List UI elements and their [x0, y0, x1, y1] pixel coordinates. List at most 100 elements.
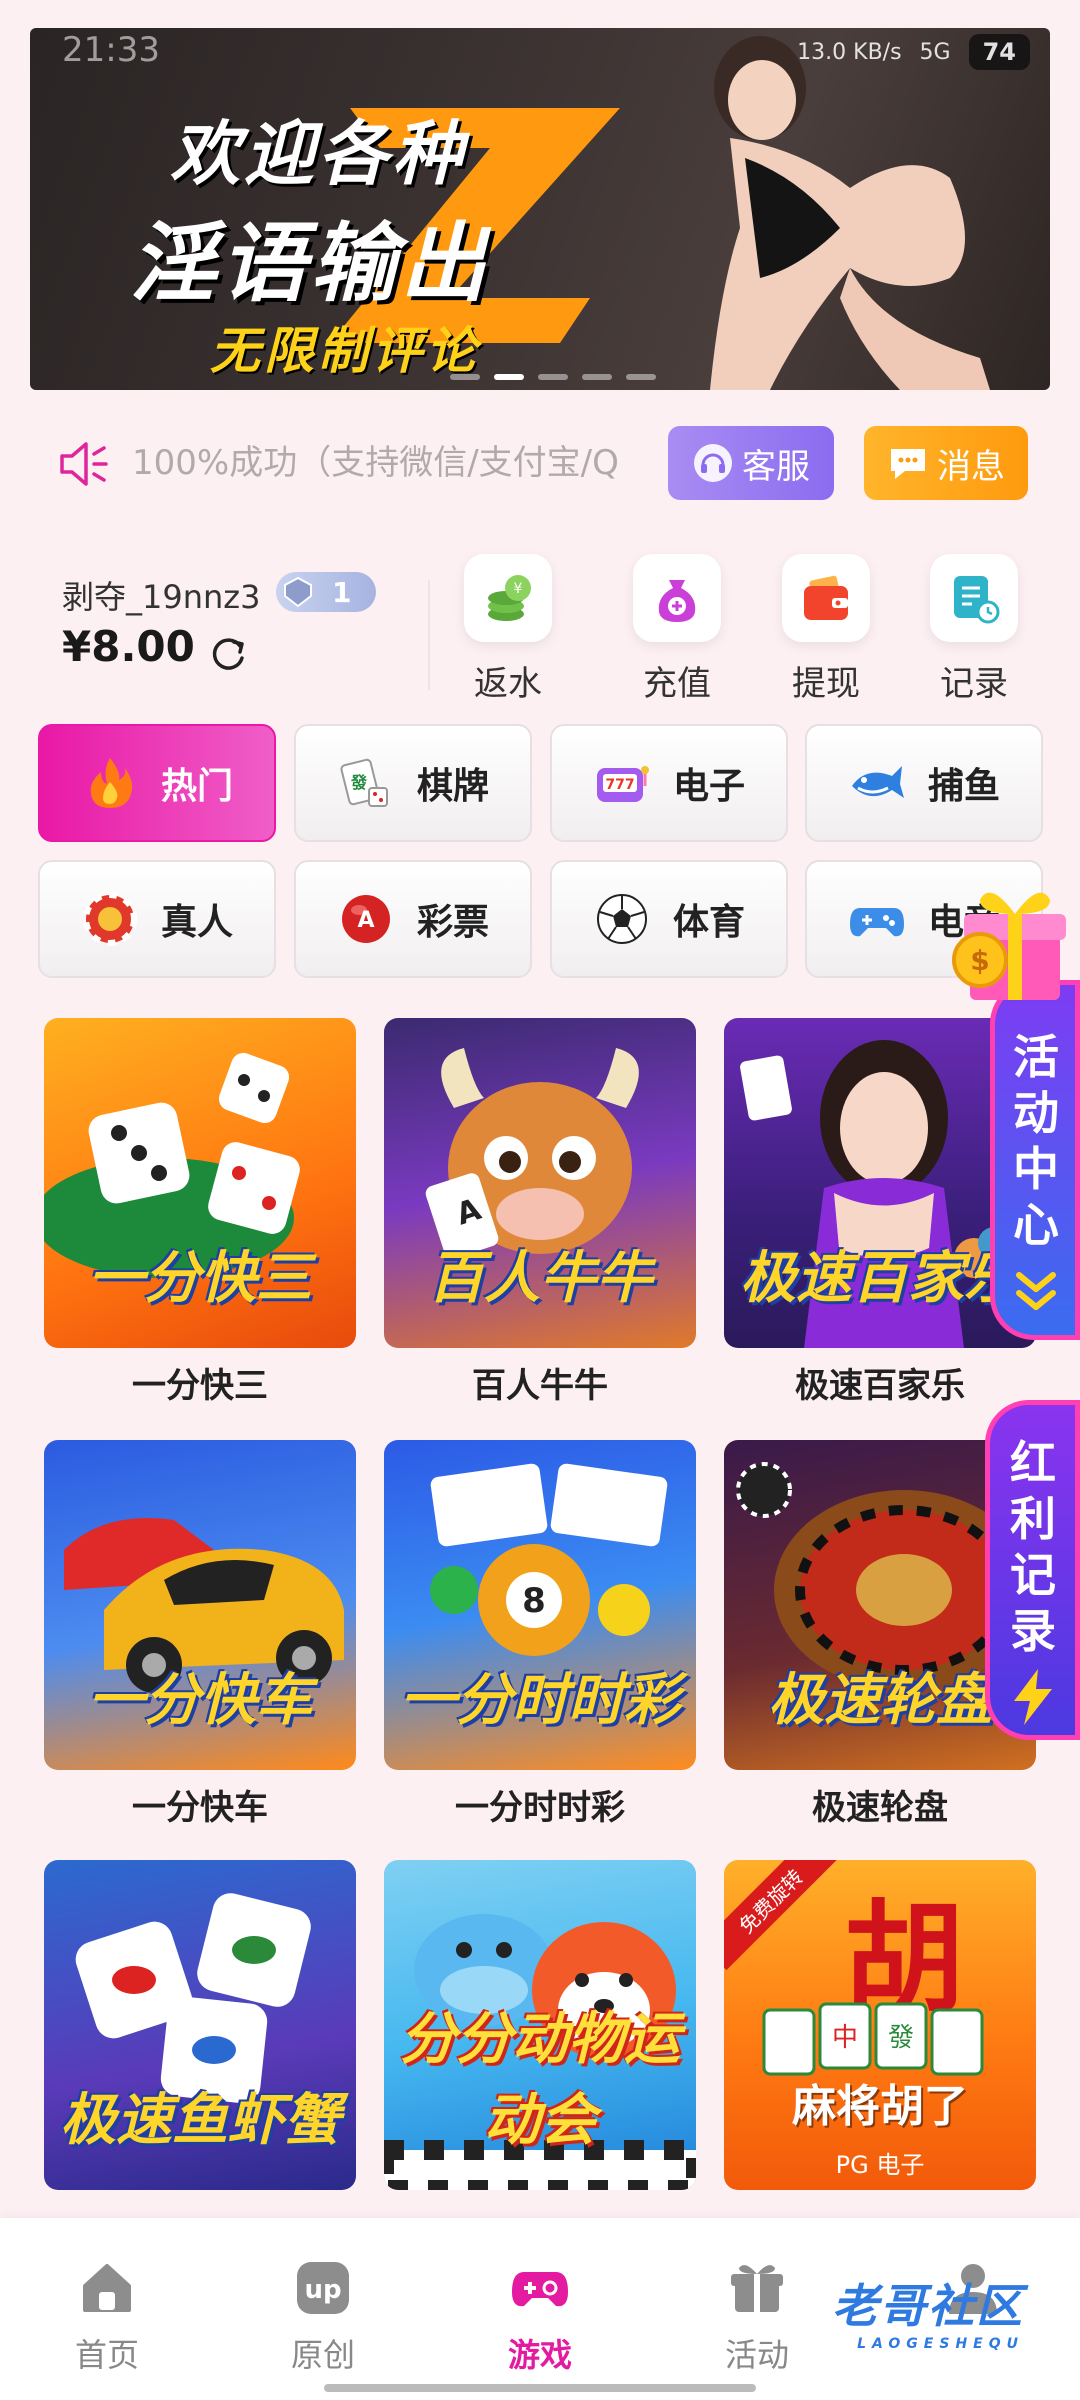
vip-badge: 1 — [276, 572, 376, 612]
nav-home[interactable]: 首页 — [42, 2258, 172, 2376]
battery-indicator: 74 — [968, 34, 1030, 70]
withdraw-button[interactable]: 提现 — [776, 554, 876, 705]
gamepad-icon — [849, 908, 904, 937]
withdraw-label: 提现 — [792, 664, 860, 704]
casino-chip-icon — [82, 892, 137, 946]
game-card[interactable]: 胡 中 發 免费旋转 麻将胡了 PG 电子 — [724, 1860, 1036, 2190]
customer-service-button[interactable]: 客服 — [668, 426, 834, 500]
banner-headline-1: 欢迎各种 — [170, 113, 466, 195]
up-icon: up — [297, 2262, 349, 2314]
nav-games[interactable]: 游戏 — [475, 2258, 605, 2376]
category-sports[interactable]: 体育 — [550, 860, 788, 978]
speaker-icon — [60, 442, 108, 486]
status-bar: 21:33 13.0 KB/s 5G 74 — [0, 0, 1080, 100]
category-label: 彩票 — [416, 902, 489, 943]
category-chess-cards[interactable]: 發 棋牌 — [294, 724, 532, 842]
category-label: 棋牌 — [416, 766, 489, 807]
banner-dot[interactable] — [582, 374, 612, 380]
game-art-title: 一分快三 — [88, 1246, 312, 1311]
message-button[interactable]: 消息 — [864, 426, 1028, 500]
category-lottery[interactable]: A 彩票 — [294, 860, 532, 978]
shark-icon — [851, 766, 904, 798]
category-label: 真人 — [160, 902, 233, 943]
nav-label: 原创 — [290, 2336, 355, 2374]
vip-shield-icon — [284, 576, 312, 608]
category-slots[interactable]: 777 电子 — [550, 724, 788, 842]
rebate-button[interactable]: ¥ 返水 — [458, 554, 558, 705]
svg-text:8: 8 — [522, 1581, 546, 1621]
lottery-ball-icon: A — [341, 895, 390, 943]
svg-text:A: A — [357, 908, 374, 933]
fire-icon — [90, 758, 133, 808]
game-art-title: 百人牛牛 — [428, 1246, 652, 1311]
records-button[interactable]: 记录 — [924, 554, 1024, 705]
bonus-record-float[interactable]: 红利记录 — [985, 1400, 1080, 1740]
record-document-icon — [954, 576, 1000, 624]
svg-text:777: 777 — [605, 777, 634, 793]
gift-icon — [731, 2265, 783, 2312]
svg-text:¥: ¥ — [514, 581, 523, 597]
svg-text:發: 發 — [350, 773, 368, 792]
game-provider: PG 电子 — [835, 2151, 925, 2179]
bonus-record-label: 红利记录 — [1010, 1436, 1056, 1658]
watermark-subtext: LAOGESHEQU — [857, 2336, 1024, 2352]
nav-original[interactable]: up 原创 — [258, 2258, 388, 2376]
category-label: 体育 — [672, 902, 745, 943]
banner-headline-2: 淫语输出 — [130, 214, 490, 314]
notice-marquee[interactable]: 100%成功（支持微信/支付宝/Q — [132, 436, 662, 490]
rebate-label: 返水 — [474, 664, 542, 704]
network-type: 5G — [919, 39, 951, 65]
banner-dot-active[interactable] — [494, 374, 524, 380]
category-fishing[interactable]: 捕鱼 — [805, 724, 1043, 842]
banner-headline-3: 无限制评论 — [210, 322, 480, 380]
category-label: 捕鱼 — [927, 766, 1000, 807]
wallet-icon — [804, 575, 848, 620]
headset-icon — [694, 444, 732, 482]
username: 剥夺_19nnz3 — [62, 578, 261, 616]
divider — [428, 580, 430, 690]
game-title: 极速百家乐 — [795, 1366, 965, 1406]
nav-activity[interactable]: 活动 — [692, 2258, 822, 2376]
nav-label: 活动 — [724, 2336, 789, 2374]
game-card[interactable]: 极速鱼虾蟹 — [44, 1860, 356, 2190]
game-card[interactable]: A 百人牛牛 — [384, 1018, 696, 1348]
soccer-ball-icon — [596, 894, 647, 944]
message-label: 消息 — [937, 446, 1005, 487]
activity-center-float[interactable]: 活动中心 — [990, 980, 1080, 1340]
status-time: 21:33 — [62, 30, 160, 70]
nav-label: 游戏 — [507, 2336, 572, 2374]
money-bag-icon — [658, 580, 696, 622]
home-indicator[interactable] — [324, 2384, 756, 2392]
game-card[interactable]: 一分快三 — [44, 1018, 356, 1348]
game-card[interactable]: 分分动物运动会 — [384, 1860, 696, 2190]
game-art-title: 麻将胡了 — [792, 2081, 968, 2132]
slot-machine-icon: 777 — [596, 766, 649, 802]
notice-row: 100%成功（支持微信/支付宝/Q 客服 消息 — [0, 418, 1080, 508]
chat-bubble-icon — [891, 449, 925, 479]
category-hot[interactable]: 热门 — [38, 724, 276, 842]
deposit-label: 充值 — [643, 664, 711, 704]
banner-dot[interactable] — [538, 374, 568, 380]
lightning-icon — [1014, 1669, 1052, 1725]
game-card[interactable]: 8 一分时时彩 — [384, 1440, 696, 1770]
game-card[interactable]: 一分快车 — [44, 1440, 356, 1770]
watermark-text: 老哥社区 — [832, 2279, 1024, 2333]
banner-dot[interactable] — [626, 374, 656, 380]
game-art-title: 极速鱼虾蟹 — [60, 2088, 340, 2153]
banner-dot[interactable] — [450, 374, 480, 380]
watermark-logo: 老哥社区 LAOGESHEQU — [832, 2270, 1024, 2352]
customer-service-label: 客服 — [742, 446, 810, 487]
deposit-button[interactable]: 充值 — [627, 554, 727, 705]
refresh-icon[interactable] — [206, 632, 250, 676]
activity-center-label: 活动中心 — [1013, 1030, 1059, 1252]
game-title: 一分快三 — [132, 1366, 268, 1406]
game-title: 极速轮盘 — [812, 1788, 948, 1828]
gamepad-icon — [512, 2272, 568, 2307]
double-chevron-down-icon — [1016, 1272, 1056, 1310]
gift-box-icon[interactable]: $ — [940, 870, 1080, 1020]
svg-text:發: 發 — [888, 2023, 914, 2053]
category-live-casino[interactable]: 真人 — [38, 860, 276, 978]
records-label: 记录 — [940, 664, 1008, 704]
mahjong-icon: 發 — [340, 758, 388, 807]
account-balance: ¥8.00 — [62, 622, 195, 671]
